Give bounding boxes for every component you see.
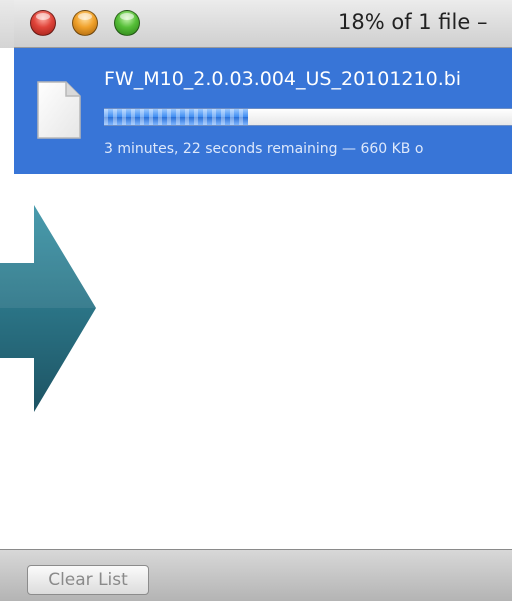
arrow-right-icon (0, 205, 96, 412)
download-item[interactable]: FW_M10_2.0.03.004_US_20101210.bi 3 minut… (14, 48, 512, 174)
document-icon (37, 81, 81, 139)
download-filename: FW_M10_2.0.03.004_US_20101210.bi (104, 68, 462, 90)
minimize-button[interactable] (72, 10, 98, 36)
downloads-window: 18% of 1 file – FW_M10_2.0.03.004_US_201… (0, 0, 512, 601)
window-edge (0, 0, 14, 48)
zoom-button[interactable] (114, 10, 140, 36)
clear-list-button[interactable]: Clear List (27, 565, 149, 595)
title-bar[interactable]: 18% of 1 file – (0, 0, 512, 48)
close-button[interactable] (30, 10, 56, 36)
window-title: 18% of 1 file – (338, 10, 488, 34)
progress-bar (104, 108, 512, 126)
bottom-toolbar: Clear List (0, 549, 512, 601)
progress-fill (104, 109, 249, 125)
download-status: 3 minutes, 22 seconds remaining — 660 KB… (104, 141, 424, 157)
